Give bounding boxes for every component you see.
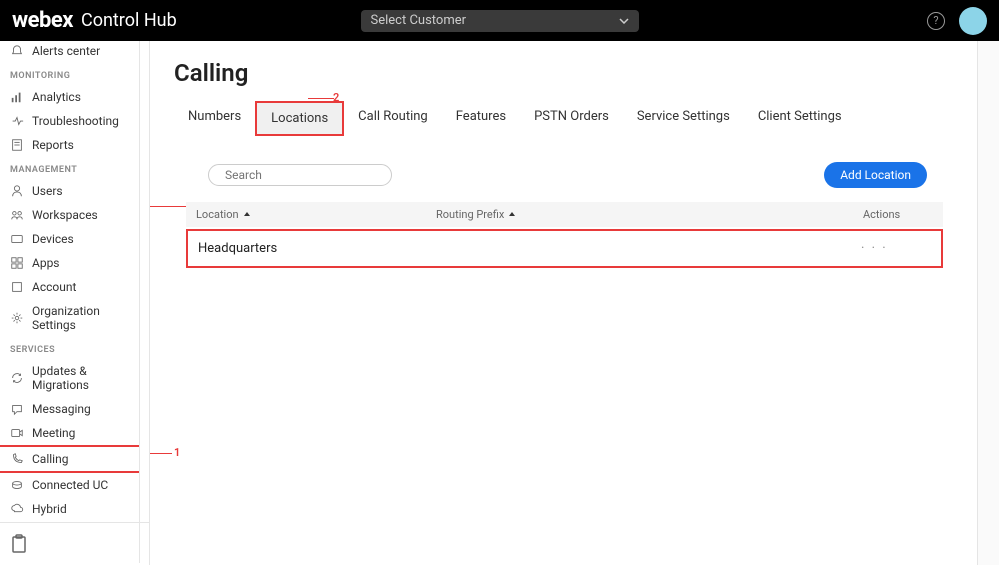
th-location[interactable]: Location [196, 208, 436, 221]
apps-icon [10, 256, 24, 270]
bell-icon [10, 44, 24, 58]
connected-icon [10, 478, 24, 492]
calling-icon [10, 452, 24, 466]
meeting-icon [10, 426, 24, 440]
sidebar-item-troubleshooting[interactable]: Troubleshooting [0, 109, 139, 133]
product-name: Control Hub [81, 10, 177, 31]
tab-service-settings[interactable]: Service Settings [623, 101, 744, 136]
troubleshoot-icon [10, 114, 24, 128]
gear-icon [10, 311, 24, 325]
th-routing[interactable]: Routing Prefix [436, 208, 863, 221]
chevron-down-icon [619, 18, 629, 24]
webex-logo: webex [12, 8, 73, 33]
sidebar-item-workspaces[interactable]: Workspaces [0, 203, 139, 227]
sidebar-label: Account [32, 280, 76, 294]
updates-icon [10, 371, 24, 385]
row-actions-menu[interactable]: · · · [861, 241, 931, 256]
hybrid-icon [10, 502, 24, 516]
avatar[interactable] [959, 7, 987, 35]
logo-area: webex Control Hub [12, 8, 177, 33]
sidebar: Alerts center MONITORING Analytics Troub… [0, 41, 150, 565]
table-header: Location Routing Prefix Actions [186, 202, 943, 227]
sidebar-item-devices[interactable]: Devices [0, 227, 139, 251]
messaging-icon [10, 402, 24, 416]
sidebar-item-alerts[interactable]: Alerts center [0, 41, 139, 63]
analytics-icon [10, 90, 24, 104]
clipboard-area[interactable] [0, 522, 150, 565]
tab-features[interactable]: Features [442, 101, 520, 136]
customer-selector[interactable]: Select Customer [361, 10, 639, 32]
sidebar-label: Workspaces [32, 208, 98, 222]
add-location-button[interactable]: Add Location [824, 162, 927, 188]
sidebar-label: Calling [32, 452, 68, 466]
td-location: Headquarters [198, 241, 438, 256]
th-actions: Actions [863, 208, 933, 221]
help-icon[interactable]: ? [927, 12, 945, 30]
locations-table: Location Routing Prefix Actions Headquar… [150, 202, 977, 268]
customer-placeholder: Select Customer [371, 13, 467, 28]
header-right: ? [927, 7, 987, 35]
header: webex Control Hub Select Customer ? [0, 0, 999, 41]
tab-call-routing[interactable]: Call Routing [344, 101, 442, 136]
sidebar-label: Devices [32, 232, 74, 246]
sidebar-item-updates[interactable]: Updates & Migrations [0, 359, 139, 397]
sidebar-label: Hybrid [32, 502, 67, 516]
section-management: MANAGEMENT [0, 157, 139, 179]
sidebar-item-messaging[interactable]: Messaging [0, 397, 139, 421]
reports-icon [10, 138, 24, 152]
sidebar-label: Alerts center [32, 44, 100, 58]
sidebar-item-hybrid[interactable]: Hybrid [0, 497, 139, 521]
sidebar-item-analytics[interactable]: Analytics [0, 85, 139, 109]
sidebar-label: Apps [32, 256, 60, 270]
sidebar-label: Connected UC [32, 478, 108, 492]
tab-pstn-orders[interactable]: PSTN Orders [520, 101, 623, 136]
annotation-line-2 [308, 98, 334, 99]
tab-locations[interactable]: Locations [255, 101, 344, 136]
annotation-line-3 [150, 206, 186, 207]
sidebar-label: Analytics [32, 90, 81, 104]
sidebar-label: Users [32, 184, 63, 198]
workspaces-icon [10, 208, 24, 222]
clipboard-icon [10, 534, 28, 554]
sidebar-item-apps[interactable]: Apps [0, 251, 139, 275]
table-row[interactable]: Headquarters · · · [186, 229, 943, 268]
sidebar-label: Meeting [32, 426, 75, 440]
annotation-1: 1 [174, 446, 180, 459]
toolbar: Add Location [150, 136, 977, 202]
search-box[interactable] [208, 164, 392, 186]
sidebar-label: Reports [32, 138, 74, 152]
page-title: Calling [150, 41, 977, 101]
right-scrollbar-track[interactable] [977, 41, 999, 565]
sidebar-label: Messaging [32, 402, 91, 416]
search-input[interactable] [225, 168, 381, 182]
user-icon [10, 184, 24, 198]
annotation-line-1 [150, 453, 172, 454]
sort-up-icon [243, 211, 251, 219]
account-icon [10, 280, 24, 294]
sidebar-item-users[interactable]: Users [0, 179, 139, 203]
sidebar-label: Updates & Migrations [32, 364, 129, 392]
sidebar-label: Organization Settings [32, 304, 129, 332]
sidebar-item-account[interactable]: Account [0, 275, 139, 299]
tab-numbers[interactable]: Numbers [174, 101, 255, 136]
sort-up-icon [508, 211, 516, 219]
section-monitoring: MONITORING [0, 63, 139, 85]
sidebar-item-org-settings[interactable]: Organization Settings [0, 299, 139, 337]
sidebar-item-reports[interactable]: Reports [0, 133, 139, 157]
devices-icon [10, 232, 24, 246]
main-content: Calling Numbers Locations Call Routing F… [150, 41, 977, 565]
sidebar-label: Troubleshooting [32, 114, 119, 128]
sidebar-item-calling[interactable]: Calling [0, 445, 140, 473]
sidebar-item-connected-uc[interactable]: Connected UC [0, 473, 139, 497]
sidebar-item-meeting[interactable]: Meeting [0, 421, 139, 445]
section-services: SERVICES [0, 337, 139, 359]
tab-client-settings[interactable]: Client Settings [744, 101, 856, 136]
tabs: Numbers Locations Call Routing Features … [150, 101, 977, 136]
